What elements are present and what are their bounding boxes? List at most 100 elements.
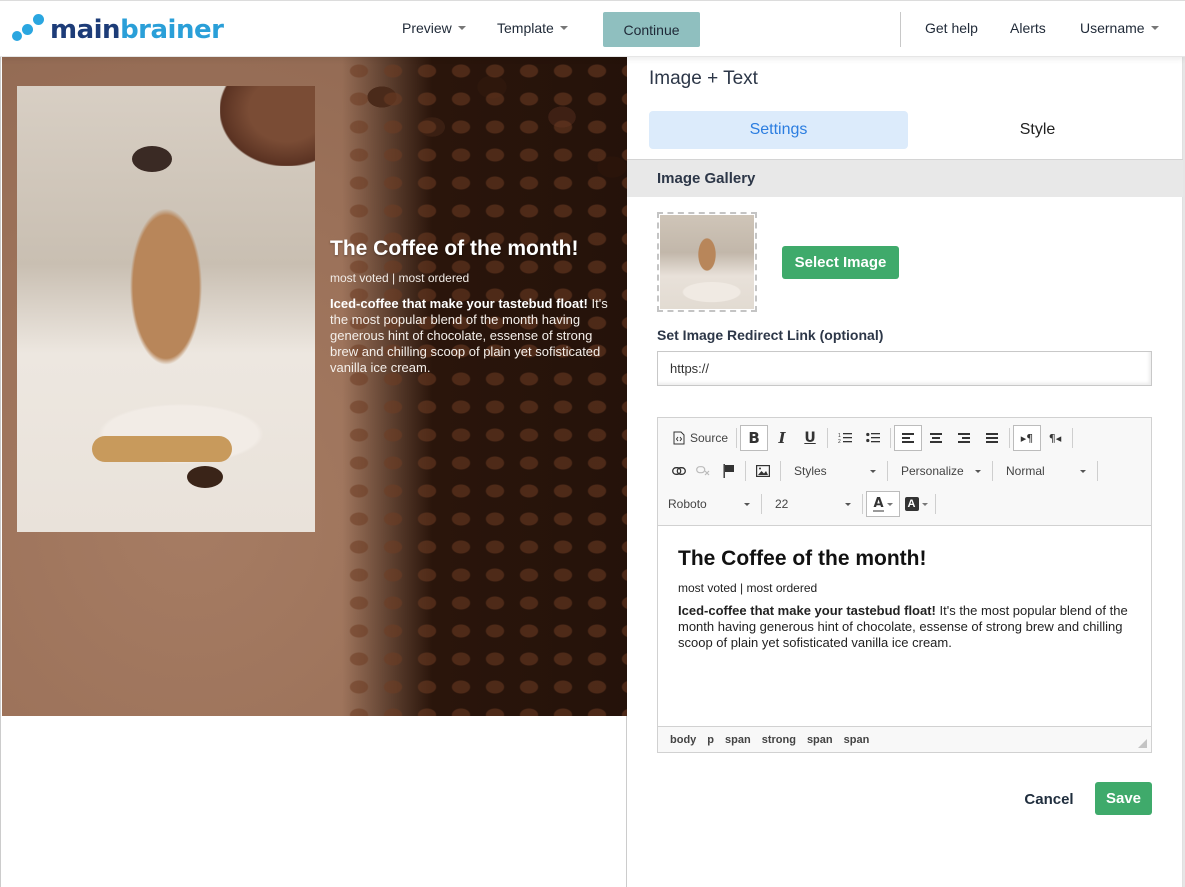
settings-panel: Image + Text Settings Style Image Galler… [627, 57, 1183, 887]
justify-icon [986, 433, 999, 443]
toolbar-separator [1072, 428, 1074, 448]
image-icon [756, 465, 770, 477]
format-dropdown[interactable]: Normal [996, 458, 1094, 484]
align-center-button[interactable] [922, 425, 950, 451]
toolbar-separator [862, 494, 863, 514]
align-center-icon [930, 433, 943, 443]
image-gallery-header: Image Gallery [627, 159, 1183, 197]
preview-subtitle: most voted | most ordered [330, 271, 470, 286]
preview-menu[interactable]: Preview [402, 20, 466, 36]
alerts-link[interactable]: Alerts [1010, 20, 1046, 36]
path-item-span[interactable]: span [807, 734, 833, 746]
text-color-button[interactable]: A [866, 491, 900, 517]
coffee-beans-background [342, 57, 627, 716]
toolbar-separator [761, 494, 762, 514]
resize-handle-icon[interactable] [1138, 739, 1147, 748]
template-menu[interactable]: Template [497, 20, 568, 36]
bold-icon: B [748, 429, 760, 447]
chevron-down-icon [457, 26, 466, 30]
anchor-button[interactable] [716, 458, 742, 484]
ltr-button[interactable]: ▸¶ [1013, 425, 1042, 451]
logo-text: mainbrainer [50, 15, 224, 45]
spoon-graphic [132, 146, 172, 172]
styles-dropdown[interactable]: Styles [784, 458, 884, 484]
unlink-button[interactable] [690, 458, 716, 484]
toolbar-separator [745, 461, 746, 481]
numbered-list-button[interactable]: 12 [831, 425, 859, 451]
align-left-button[interactable] [894, 425, 923, 451]
continue-button[interactable]: Continue [603, 12, 700, 47]
background-color-icon: A [904, 497, 919, 511]
user-menu[interactable]: Username [1080, 20, 1159, 36]
justify-button[interactable] [978, 425, 1006, 451]
bullet-list-button[interactable] [859, 425, 887, 451]
path-item-span[interactable]: span [725, 734, 751, 746]
nav-divider [900, 12, 901, 47]
tab-style[interactable]: Style [908, 111, 1167, 149]
template-menu-label: Template [497, 20, 554, 36]
panel-title: Image + Text [649, 68, 758, 89]
source-label: Source [690, 431, 729, 445]
chocolate-graphic [187, 466, 223, 488]
toolbar-separator [992, 461, 993, 481]
chevron-down-icon [975, 469, 981, 473]
personalize-dropdown[interactable]: Personalize [891, 458, 989, 484]
image-thumbnail[interactable] [657, 212, 757, 312]
preview-text[interactable]: The Coffee of the month! most voted | mo… [330, 236, 610, 376]
path-item-p[interactable]: p [707, 734, 714, 746]
chevron-down-icon [559, 26, 568, 30]
path-item-strong[interactable]: strong [762, 734, 796, 746]
thumbnail-image [660, 215, 754, 309]
source-icon [673, 431, 685, 445]
editor-body-bold: Iced-coffee that make your tastebud floa… [678, 603, 936, 619]
image-text-block[interactable]: The Coffee of the month! most voted | mo… [2, 57, 627, 716]
editor-heading: The Coffee of the month! [678, 547, 927, 570]
top-navbar: mainbrainer Preview Template Continue Ge… [0, 0, 1185, 57]
personalize-value: Personalize [901, 464, 964, 478]
chevron-down-icon [845, 502, 851, 506]
preview-body: Iced-coffee that make your tastebud floa… [330, 296, 610, 376]
bold-button[interactable]: B [740, 425, 769, 451]
cancel-button[interactable]: Cancel [1019, 783, 1079, 815]
text-color-icon: A [873, 495, 884, 512]
get-help-link[interactable]: Get help [925, 20, 978, 36]
tab-settings[interactable]: Settings [649, 111, 908, 149]
chevron-down-icon [886, 502, 893, 506]
align-right-icon [958, 433, 971, 443]
font-family-dropdown[interactable]: Roboto [668, 491, 758, 517]
path-item-body[interactable]: body [670, 734, 696, 746]
preview-body-bold: Iced-coffee that make your tastebud floa… [330, 295, 588, 311]
source-button[interactable]: Source [668, 425, 733, 451]
link-icon [672, 467, 686, 475]
path-item-span[interactable]: span [844, 734, 870, 746]
background-color-button[interactable]: A [900, 491, 932, 517]
rtl-button[interactable]: ¶◂ [1041, 425, 1069, 451]
rtl-icon: ¶◂ [1048, 431, 1062, 445]
italic-button[interactable]: I [768, 425, 796, 451]
underline-button[interactable]: U [796, 425, 824, 451]
editor-content-area[interactable]: The Coffee of the month! most voted | mo… [658, 526, 1151, 726]
sauce-graphic [92, 436, 232, 462]
save-button[interactable]: Save [1095, 782, 1152, 815]
redirect-link-input[interactable] [657, 351, 1152, 386]
editor-body: Iced-coffee that make your tastebud floa… [678, 603, 1131, 651]
logo-dots-icon [12, 14, 44, 46]
align-right-button[interactable] [950, 425, 978, 451]
format-value: Normal [1006, 464, 1045, 478]
bullet-list-icon [866, 432, 881, 443]
numbered-list-icon: 12 [838, 433, 853, 444]
image-button[interactable] [749, 458, 777, 484]
select-image-button[interactable]: Select Image [782, 246, 899, 279]
editor-subtitle: most voted | most ordered [678, 581, 818, 596]
brand-logo[interactable]: mainbrainer [12, 14, 224, 46]
link-button[interactable] [668, 458, 690, 484]
chevron-down-icon [1080, 469, 1086, 473]
svg-text:2: 2 [838, 439, 841, 444]
align-left-icon [902, 433, 915, 443]
product-image[interactable] [17, 86, 315, 532]
italic-icon: I [778, 429, 786, 447]
font-size-dropdown[interactable]: 22 [765, 491, 859, 517]
toolbar-separator [887, 461, 888, 481]
rich-text-editor: Source B I U 12 ▸¶ ¶◂ Styles Personalize… [657, 417, 1152, 753]
chevron-down-icon [870, 469, 876, 473]
